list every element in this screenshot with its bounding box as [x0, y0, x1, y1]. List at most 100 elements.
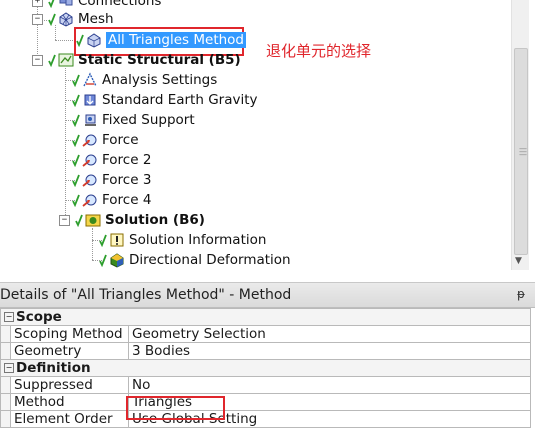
tree-label: All Triangles Method	[106, 32, 247, 48]
tree-label: Standard Earth Gravity	[102, 92, 258, 108]
details-row[interactable]: Method Triangles	[0, 393, 531, 411]
group-header[interactable]: − Scope	[0, 308, 531, 326]
mesh-method-icon	[85, 32, 103, 48]
collapse-group-icon[interactable]: −	[4, 312, 14, 322]
tree-label: Force 3	[102, 172, 152, 188]
mesh-icon	[57, 11, 75, 27]
tree-label: Force 4	[102, 192, 152, 208]
collapse-group-icon[interactable]: −	[4, 363, 14, 373]
group-label: Scope	[16, 309, 62, 325]
property-value[interactable]: Geometry Selection	[128, 325, 531, 343]
tree-label: Mesh	[78, 11, 114, 27]
force-icon	[81, 132, 99, 148]
details-panel-header: Details of "All Triangles Method" - Meth…	[0, 282, 535, 308]
scrollbar-thumb[interactable]: — — —	[514, 48, 528, 255]
details-row[interactable]: Element Order Use Global Setting	[0, 410, 531, 428]
tree-label: Solution (B6)	[105, 212, 205, 228]
details-row[interactable]: Suppressed No	[0, 376, 531, 394]
property-name: Geometry	[10, 342, 129, 360]
property-value[interactable]: 3 Bodies	[128, 342, 531, 360]
check-icon	[72, 153, 80, 167]
tree-node-standard-earth-gravity[interactable]: Standard Earth Gravity	[72, 91, 258, 109]
row-indent	[0, 410, 11, 428]
tree-node-force-3[interactable]: Force 3	[72, 171, 151, 189]
check-icon	[72, 173, 80, 187]
tree-connector	[55, 40, 73, 41]
property-name: Element Order	[10, 410, 129, 428]
details-title: Details of "All Triangles Method" - Meth…	[0, 287, 292, 303]
directional-deformation-icon	[108, 252, 126, 268]
check-icon	[99, 253, 107, 267]
check-icon	[75, 213, 83, 227]
property-value[interactable]: No	[128, 376, 531, 394]
tree-node-solution[interactable]: Solution (B6)	[75, 211, 205, 229]
solution-information-icon	[108, 232, 126, 248]
check-icon	[76, 33, 84, 47]
solution-icon	[84, 212, 102, 228]
tree-connector	[92, 228, 93, 260]
check-icon	[48, 0, 56, 8]
tree-label: Force 2	[102, 152, 152, 168]
tree-node-force[interactable]: Force	[72, 131, 139, 149]
collapse-solution-toggle[interactable]: −	[59, 215, 70, 226]
pin-icon[interactable]: ᵽ	[517, 287, 525, 301]
tree-label: Static Structural (B5)	[78, 52, 241, 68]
tree-label: Solution Information	[129, 232, 267, 248]
tree-scrollbar[interactable]: — — — ▼	[511, 0, 529, 270]
property-name: Scoping Method	[10, 325, 129, 343]
property-name: Method	[10, 393, 129, 411]
tree-label: Directional Deformation	[129, 252, 291, 268]
check-icon	[72, 193, 80, 207]
gravity-icon	[81, 92, 99, 108]
static-structural-icon	[57, 52, 75, 68]
force-icon	[81, 172, 99, 188]
row-indent	[0, 342, 11, 360]
tree-label: Connections	[78, 0, 162, 9]
tree-connector	[37, 0, 38, 60]
check-icon	[48, 53, 56, 67]
group-label: Definition	[16, 360, 91, 376]
tree-node-fixed-support[interactable]: Fixed Support	[72, 111, 195, 129]
tree-node-analysis-settings[interactable]: Analysis Settings	[72, 71, 217, 89]
details-group-scope[interactable]: − Scope	[0, 308, 531, 326]
tree-label: Force	[102, 132, 139, 148]
tree-label: Fixed Support	[102, 112, 195, 128]
scrollbar-grip-icon: — — —	[519, 144, 527, 159]
collapse-mesh-toggle[interactable]: −	[32, 14, 43, 25]
tree-node-force-2[interactable]: Force 2	[72, 151, 151, 169]
highlight-box-method-value	[126, 396, 225, 420]
collapse-static-structural-toggle[interactable]: −	[32, 55, 43, 66]
check-icon	[99, 233, 107, 247]
tree-node-solution-information[interactable]: Solution Information	[99, 231, 266, 249]
tree-connector	[65, 68, 66, 221]
check-icon	[72, 93, 80, 107]
row-indent	[0, 393, 11, 411]
tree-node-all-triangles-method[interactable]: All Triangles Method	[76, 31, 247, 49]
tree-node-mesh[interactable]: Mesh	[48, 10, 114, 28]
tree-node-static-structural[interactable]: Static Structural (B5)	[48, 51, 241, 69]
outline-tree: + Connections − Mesh All Triangles Metho…	[0, 0, 535, 270]
force-icon	[81, 192, 99, 208]
details-row[interactable]: Geometry 3 Bodies	[0, 342, 531, 360]
expand-connections-toggle[interactable]: +	[32, 0, 43, 7]
fixed-support-icon	[81, 112, 99, 128]
tree-label: Analysis Settings	[102, 72, 218, 88]
property-name: Suppressed	[10, 376, 129, 394]
force-icon	[81, 152, 99, 168]
annotation-text: 退化单元的选择	[266, 42, 372, 60]
row-indent	[0, 376, 11, 394]
check-icon	[48, 12, 56, 26]
details-row[interactable]: Scoping Method Geometry Selection	[0, 325, 531, 343]
scroll-down-arrow-icon[interactable]: ▼	[515, 256, 522, 266]
connections-icon	[57, 0, 75, 9]
group-header[interactable]: − Definition	[0, 359, 531, 377]
check-icon	[72, 113, 80, 127]
tree-node-directional-deformation[interactable]: Directional Deformation	[99, 251, 291, 269]
row-indent	[0, 325, 11, 343]
check-icon	[72, 73, 80, 87]
tree-node-force-4[interactable]: Force 4	[72, 191, 151, 209]
analysis-settings-icon	[81, 72, 99, 88]
tree-node-connections[interactable]: Connections	[48, 0, 161, 10]
check-icon	[72, 133, 80, 147]
details-group-definition[interactable]: − Definition	[0, 359, 531, 377]
